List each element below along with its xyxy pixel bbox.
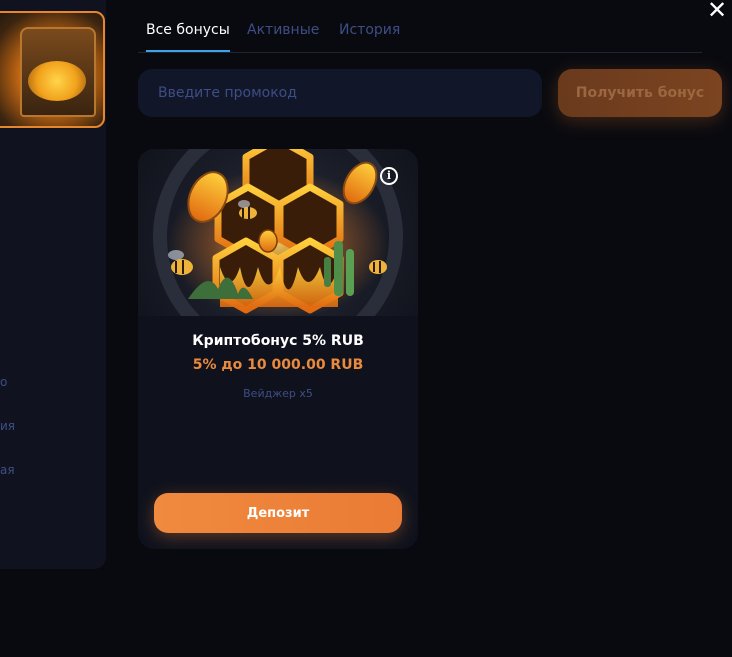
get-bonus-button[interactable]: Получить бонус bbox=[558, 69, 722, 117]
deposit-button[interactable]: Депозит bbox=[154, 493, 402, 533]
side-menu-item[interactable]: о bbox=[0, 375, 7, 389]
info-icon[interactable]: i bbox=[380, 167, 398, 185]
treasure-chest-image bbox=[20, 27, 96, 117]
side-menu-item[interactable]: ия bbox=[0, 419, 15, 433]
promo-code-input[interactable] bbox=[138, 69, 542, 117]
bonus-wager: Вейджер x5 bbox=[243, 387, 313, 400]
tab-active[interactable]: Активные bbox=[247, 22, 319, 50]
close-icon[interactable]: ✕ bbox=[706, 0, 728, 22]
tab-all-bonuses[interactable]: Все бонусы bbox=[146, 22, 230, 52]
side-promo-banner[interactable]: % bbox=[0, 11, 105, 128]
bonus-card-image: i bbox=[138, 149, 418, 362]
bonus-card: i Криптобонус 5% RUB 5% до 10 000.00 RUB… bbox=[138, 149, 418, 549]
tab-history[interactable]: История bbox=[339, 22, 400, 50]
bonus-title: Криптобонус 5% RUB bbox=[192, 333, 364, 349]
bonus-tabs: Все бонусы Активные История bbox=[138, 14, 702, 53]
side-menu-item[interactable]: ая bbox=[0, 463, 15, 477]
bonus-amount: 5% до 10 000.00 RUB bbox=[192, 357, 364, 373]
honeycomb-illustration bbox=[153, 149, 403, 362]
